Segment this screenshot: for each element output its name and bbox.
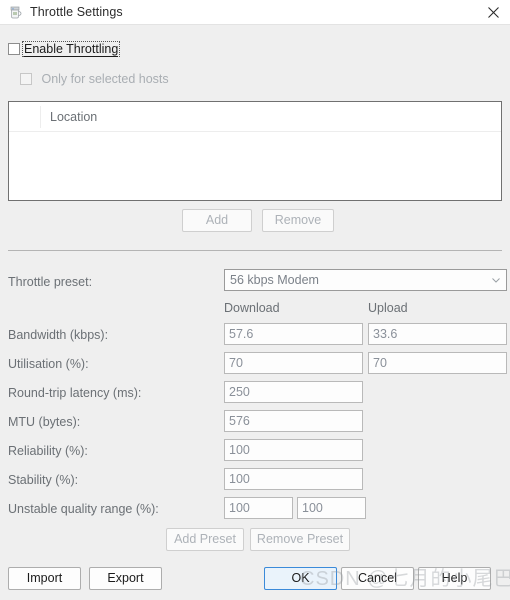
stability-label: Stability (%): — [8, 473, 79, 487]
hosts-table-column-divider — [40, 106, 41, 128]
round-trip-latency-input[interactable]: 250 — [224, 381, 363, 403]
utilisation-upload-input[interactable]: 70 — [368, 352, 507, 374]
bandwidth-upload-input[interactable]: 33.6 — [368, 323, 507, 345]
unstable-quality-range-max-input[interactable]: 100 — [297, 497, 366, 519]
throttle-jug-icon — [7, 4, 24, 21]
mtu-input[interactable]: 576 — [224, 410, 363, 432]
enable-throttling-checkbox[interactable] — [8, 42, 20, 55]
enable-throttling-focus-ring: Enable Throttling — [22, 41, 121, 57]
utilisation-download-input[interactable]: 70 — [224, 352, 363, 374]
hosts-table[interactable]: Location — [8, 101, 502, 201]
only-selected-hosts-checkbox — [20, 72, 32, 85]
remove-host-button[interactable]: Remove — [262, 209, 334, 232]
reliability-input[interactable]: 100 — [224, 439, 363, 461]
throttle-preset-label: Throttle preset: — [8, 275, 93, 289]
add-host-button[interactable]: Add — [182, 209, 252, 232]
mtu-label: MTU (bytes): — [8, 415, 81, 429]
bandwidth-download-input[interactable]: 57.6 — [224, 323, 363, 345]
hosts-table-header: Location — [9, 102, 501, 132]
cancel-button[interactable]: Cancel — [341, 567, 414, 590]
enable-throttling-label[interactable]: Enable Throttling — [24, 42, 119, 57]
stability-input[interactable]: 100 — [224, 468, 363, 490]
only-selected-hosts-label: Only for selected hosts — [41, 71, 169, 86]
help-button[interactable]: Help — [418, 567, 491, 590]
reliability-label: Reliability (%): — [8, 444, 88, 458]
bandwidth-label: Bandwidth (kbps): — [8, 328, 109, 342]
section-divider — [8, 250, 502, 251]
add-preset-button[interactable]: Add Preset — [166, 528, 244, 551]
hosts-table-column-location[interactable]: Location — [50, 110, 97, 124]
export-button[interactable]: Export — [89, 567, 162, 590]
utilisation-label: Utilisation (%): — [8, 357, 89, 371]
throttle-preset-value: 56 kbps Modem — [230, 273, 319, 287]
round-trip-latency-label: Round-trip latency (ms): — [8, 386, 142, 400]
enable-throttling-checkbox-row[interactable] — [8, 41, 20, 55]
unstable-quality-range-label: Unstable quality range (%): — [8, 502, 159, 516]
unstable-quality-range-min-input[interactable]: 100 — [224, 497, 293, 519]
upload-column-header: Upload — [368, 301, 408, 315]
window-title: Throttle Settings — [30, 5, 123, 19]
throttle-preset-select[interactable]: 56 kbps Modem — [224, 269, 507, 291]
remove-preset-button[interactable]: Remove Preset — [250, 528, 350, 551]
only-selected-hosts-checkbox-row: Only for selected hosts — [20, 71, 169, 86]
ok-button[interactable]: OK — [264, 567, 337, 590]
close-icon[interactable] — [476, 0, 510, 25]
title-bar: Throttle Settings — [0, 0, 510, 25]
download-column-header: Download — [224, 301, 280, 315]
chevron-down-icon — [492, 278, 500, 283]
import-button[interactable]: Import — [8, 567, 81, 590]
